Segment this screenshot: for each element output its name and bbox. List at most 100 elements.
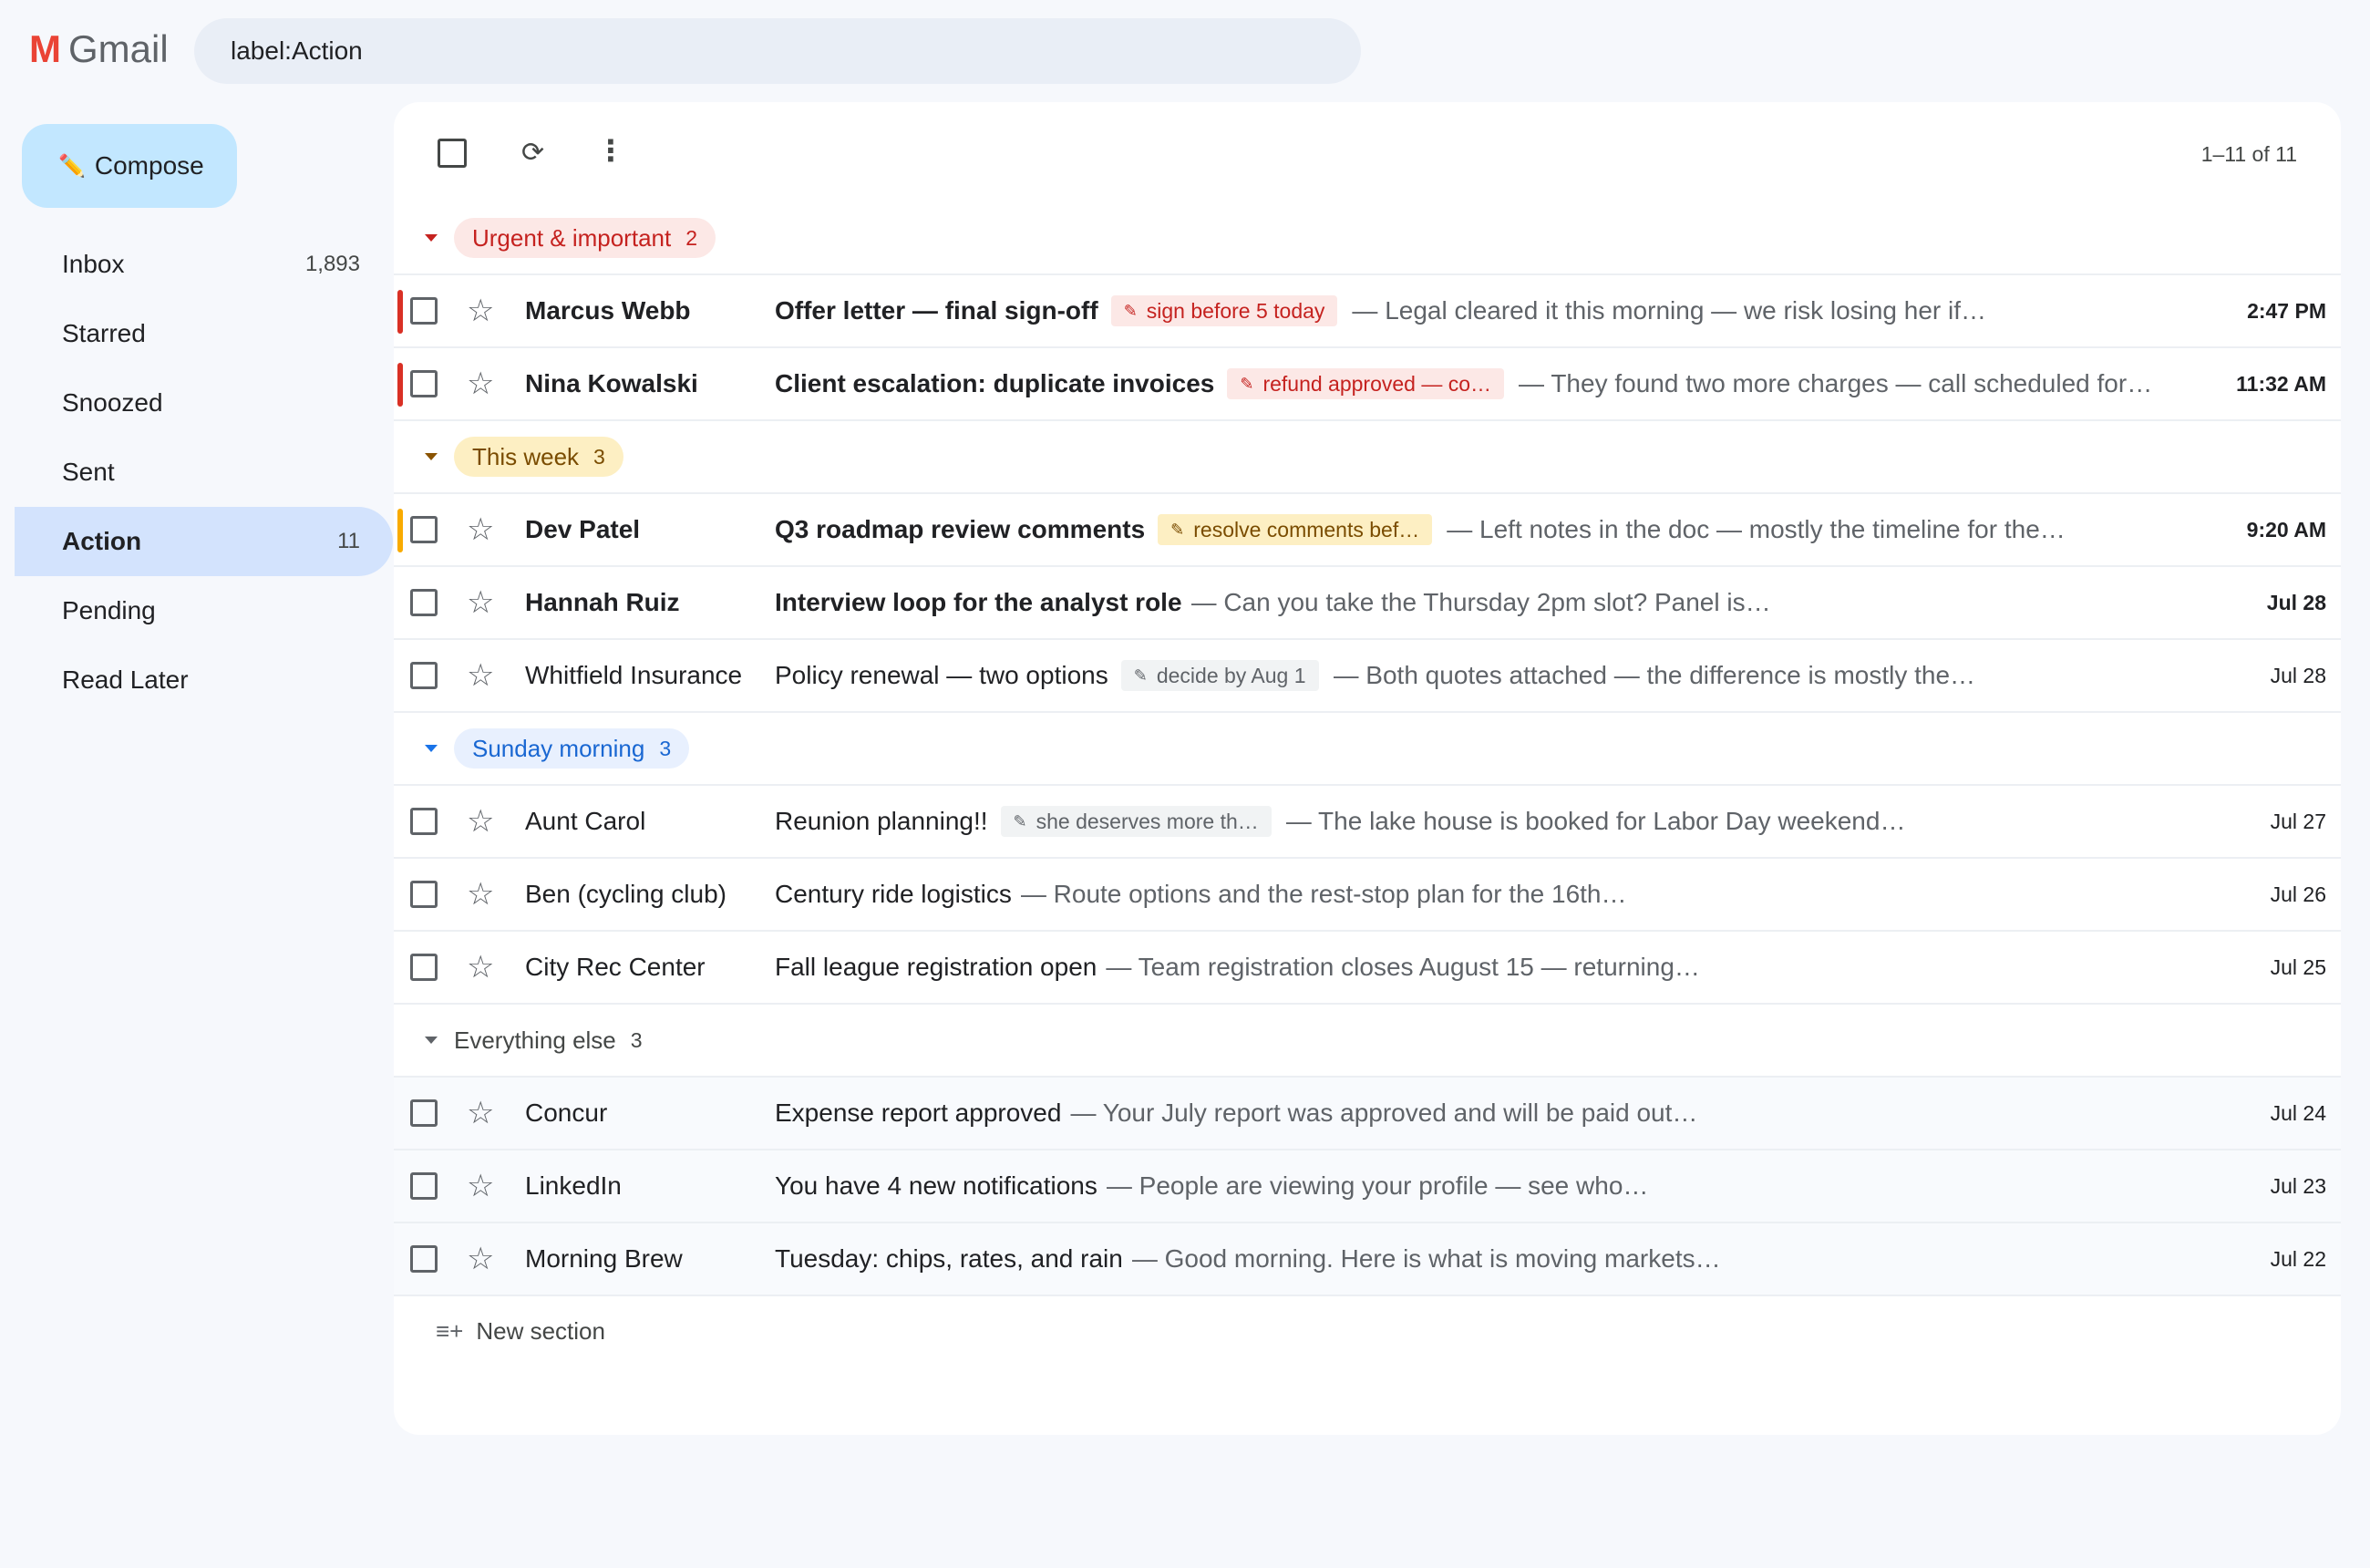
note-icon: ✎ [1133, 665, 1148, 685]
sidebar-item-sent[interactable]: Sent [15, 438, 393, 507]
sidebar-item-label: Snoozed [62, 388, 163, 417]
star-icon[interactable]: ☆ [467, 952, 494, 983]
new-section-button[interactable]: ≡+ New section [394, 1296, 2341, 1366]
email-date: Jul 22 [2270, 1246, 2326, 1271]
email-sender: Whitfield Insurance [525, 661, 743, 689]
email-row[interactable]: ☆ Morning Brew Tuesday: chips, rates, an… [394, 1223, 2341, 1296]
select-all-checkbox[interactable] [438, 139, 467, 168]
sidebar-item-inbox[interactable]: Inbox 1,893 [15, 230, 393, 299]
row-checkbox[interactable] [410, 1172, 438, 1200]
email-snippet: — Route options and the rest-stop plan f… [1020, 880, 1627, 908]
sidebar-item-pending[interactable]: Pending [15, 576, 393, 645]
email-row[interactable]: ☆ Dev Patel Q3 roadmap review comments ✎… [394, 494, 2341, 567]
star-icon[interactable]: ☆ [467, 514, 494, 545]
section-chip: Everything else 3 [454, 1020, 661, 1060]
email-row[interactable]: ☆ City Rec Center Fall league registrati… [394, 932, 2341, 1005]
star-icon[interactable]: ☆ [467, 368, 494, 399]
section-header-urgent[interactable]: Urgent & important 2 [394, 202, 2341, 275]
email-snippet: — Can you take the Thursday 2pm slot? Pa… [1190, 588, 1771, 616]
email-sender: City Rec Center [525, 953, 706, 981]
section-title: This week [472, 442, 580, 470]
email-note-text: sign before 5 today [1146, 298, 1325, 323]
compose-label: Compose [94, 151, 204, 180]
section-header-sunday-morning[interactable]: Sunday morning 3 [394, 713, 2341, 786]
section-title: Sunday morning [472, 734, 645, 762]
row-checkbox[interactable] [410, 297, 438, 325]
email-subject: Interview loop for the analyst role [775, 588, 1182, 616]
section-header-everything-else[interactable]: Everything else 3 [394, 1005, 2341, 1078]
section-title: Everything else [454, 1026, 616, 1054]
email-row[interactable]: ☆ Whitfield Insurance Policy renewal — t… [394, 640, 2341, 713]
email-date: Jul 23 [2270, 1173, 2326, 1198]
caret-down-icon[interactable] [425, 745, 438, 752]
note-icon: ✎ [1013, 811, 1027, 830]
section-header-this-week[interactable]: This week 3 [394, 421, 2341, 494]
star-icon[interactable]: ☆ [467, 660, 494, 691]
row-checkbox[interactable] [410, 808, 438, 835]
email-row[interactable]: ☆ Nina Kowalski Client escalation: dupli… [394, 348, 2341, 421]
email-date: 11:32 AM [2236, 371, 2326, 396]
star-icon[interactable]: ☆ [467, 1171, 494, 1202]
row-checkbox[interactable] [410, 881, 438, 908]
compose-button[interactable]: ✏️ Compose [22, 124, 237, 208]
email-content: Century ride logistics — Route options a… [775, 880, 2186, 909]
star-icon[interactable]: ☆ [467, 1098, 494, 1129]
email-row[interactable]: ☆ Aunt Carol Reunion planning!! ✎ she des… [394, 786, 2341, 859]
sidebar-item-read-later[interactable]: Read Later [15, 645, 393, 715]
email-sender: Hannah Ruiz [525, 588, 680, 616]
star-icon[interactable]: ☆ [467, 587, 494, 618]
search-bar[interactable] [194, 18, 1361, 84]
sidebar-nav: Inbox 1,893 Starred Snoozed Sent Action … [15, 230, 393, 715]
list-toolbar: ⟳ ⋮ 1–11 of 11 [394, 102, 2341, 202]
email-note-tag[interactable]: ✎ refund approved — co… [1227, 368, 1505, 399]
sidebar-item-label: Sent [62, 458, 115, 486]
refresh-icon[interactable]: ⟳ [521, 137, 544, 169]
search-input[interactable] [231, 36, 1361, 66]
row-checkbox[interactable] [410, 516, 438, 543]
more-options-icon[interactable]: ⋮ [596, 133, 625, 168]
section-chip: This week 3 [454, 437, 623, 477]
email-note-tag[interactable]: ✎ she deserves more th… [1000, 806, 1272, 837]
row-checkbox[interactable] [410, 954, 438, 981]
row-checkbox[interactable] [410, 1099, 438, 1127]
row-checkbox[interactable] [410, 1245, 438, 1273]
email-subject: Expense report approved [775, 1099, 1062, 1127]
email-snippet: — The lake house is booked for Labor Day… [1285, 807, 1906, 835]
email-row[interactable]: ☆ Hannah Ruiz Interview loop for the ana… [394, 567, 2341, 640]
row-checkbox[interactable] [410, 370, 438, 397]
email-subject: Q3 roadmap review comments [775, 515, 1146, 543]
sidebar-item-snoozed[interactable]: Snoozed [15, 368, 393, 438]
section-count: 3 [659, 736, 672, 760]
email-note-tag[interactable]: ✎ resolve comments bef… [1158, 514, 1433, 545]
email-row[interactable]: ☆ Marcus Webb Offer letter — final sign-… [394, 275, 2341, 348]
email-snippet: — Your July report was approved and will… [1070, 1099, 1698, 1127]
star-icon[interactable]: ☆ [467, 879, 494, 910]
sidebar-item-action[interactable]: Action 11 [15, 507, 393, 576]
note-icon: ✎ [1123, 301, 1138, 320]
section-count: 3 [630, 1027, 643, 1052]
sidebar-item-starred[interactable]: Starred [15, 299, 393, 368]
gmail-logo[interactable]: M Gmail [29, 27, 169, 71]
email-row[interactable]: ☆ LinkedIn You have 4 new notifications … [394, 1150, 2341, 1223]
email-sender: Ben (cycling club) [525, 880, 726, 908]
caret-down-icon[interactable] [425, 1037, 438, 1044]
email-subject: Client escalation: duplicate invoices [775, 369, 1215, 397]
section-chip: Urgent & important 2 [454, 218, 716, 258]
caret-down-icon[interactable] [425, 453, 438, 460]
email-content: Fall league registration open — Team reg… [775, 953, 2186, 982]
email-date: Jul 27 [2270, 809, 2326, 833]
row-checkbox[interactable] [410, 589, 438, 616]
email-date: 9:20 AM [2246, 517, 2326, 542]
email-row[interactable]: ☆ Concur Expense report approved — Your … [394, 1078, 2341, 1150]
star-icon[interactable]: ☆ [467, 806, 494, 837]
email-row[interactable]: ☆ Ben (cycling club) Century ride logist… [394, 859, 2341, 932]
star-icon[interactable]: ☆ [467, 1243, 494, 1274]
caret-down-icon[interactable] [425, 234, 438, 242]
row-checkbox[interactable] [410, 662, 438, 689]
star-icon[interactable]: ☆ [467, 295, 494, 326]
email-note-text: refund approved — co… [1262, 371, 1492, 396]
pagination-range: 1–11 of 11 [2200, 142, 2297, 166]
email-content: Tuesday: chips, rates, and rain — Good m… [775, 1244, 2186, 1274]
email-note-tag[interactable]: ✎ sign before 5 today [1110, 295, 1338, 326]
email-note-tag[interactable]: ✎ decide by Aug 1 [1120, 660, 1319, 691]
